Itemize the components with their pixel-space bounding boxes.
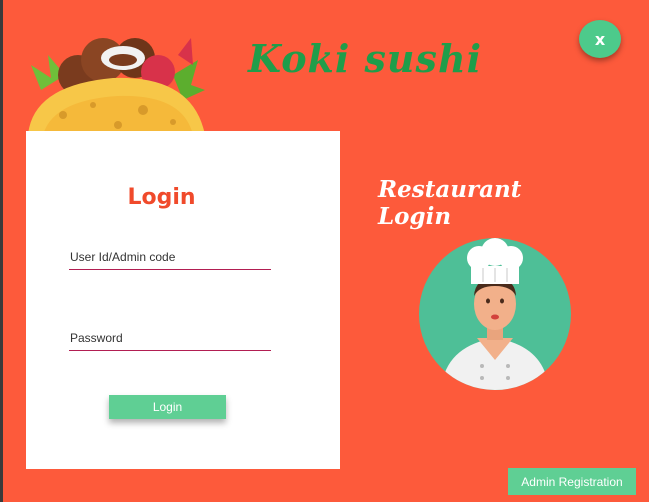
chef-icon — [419, 238, 571, 390]
app-title: Koki sushi — [248, 36, 483, 81]
login-button[interactable]: Login — [109, 395, 226, 419]
login-window: Koki sushi x Login User Id/Admin code Pa… — [3, 0, 649, 502]
close-button[interactable]: x — [579, 20, 621, 58]
login-card: Login User Id/Admin code Password Login — [26, 131, 340, 469]
user-id-field[interactable]: User Id/Admin code — [69, 247, 271, 270]
login-heading: Login — [127, 185, 196, 210]
password-placeholder: Password — [70, 331, 123, 345]
user-id-placeholder: User Id/Admin code — [70, 250, 176, 264]
password-field[interactable]: Password — [69, 328, 271, 351]
taco-icon — [28, 38, 205, 135]
admin-registration-button[interactable]: Admin Registration — [508, 468, 636, 495]
restaurant-login-heading: Restaurant Login — [378, 176, 522, 230]
